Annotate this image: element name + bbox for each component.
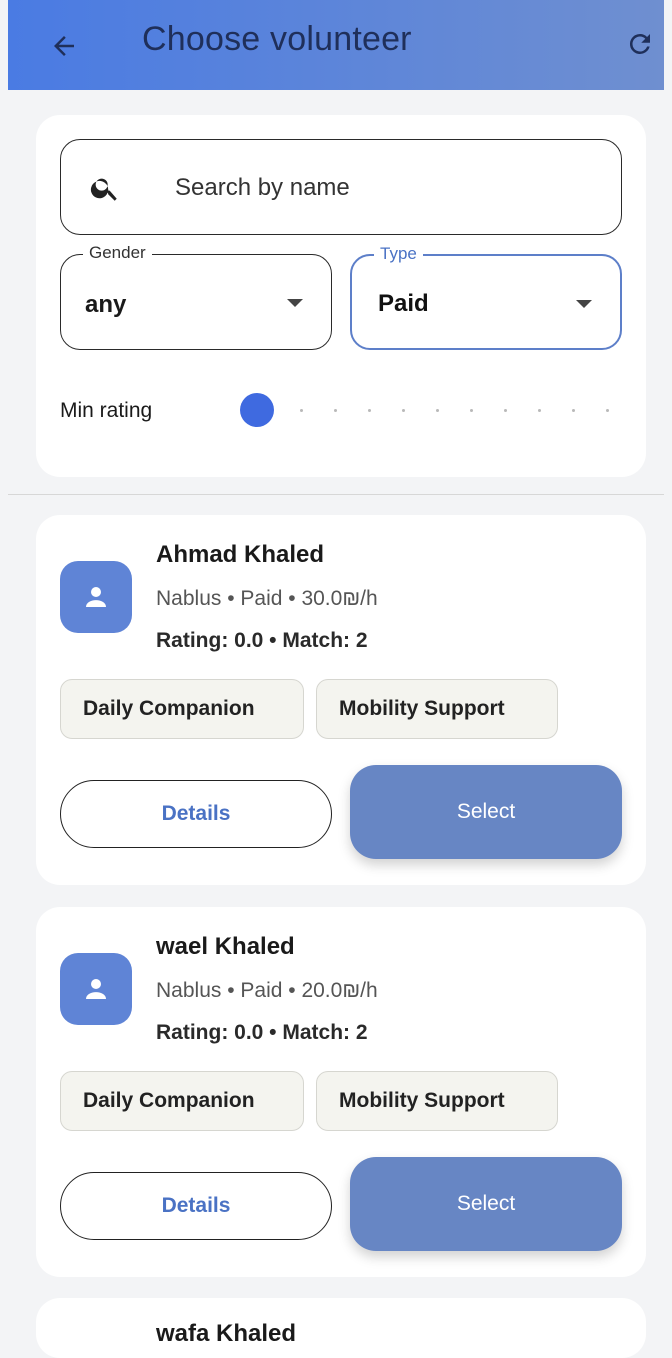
slider-tick — [334, 409, 337, 412]
details-button[interactable]: Details — [60, 780, 332, 848]
type-value: Paid — [378, 290, 429, 317]
slider-tick — [504, 409, 507, 412]
back-button[interactable] — [44, 26, 84, 66]
avatar — [60, 953, 132, 1025]
min-rating-slider[interactable] — [240, 393, 610, 429]
volunteer-meta: Nablus • Paid • 30.0₪/h — [156, 587, 378, 610]
slider-tick — [368, 409, 371, 412]
search-icon — [90, 178, 117, 201]
app-bar: Choose volunteer — [8, 0, 664, 90]
volunteer-name: Ahmad Khaled — [156, 541, 325, 568]
volunteer-card: Ahmad Khaled Nablus • Paid • 30.0₪/h Rat… — [36, 515, 646, 885]
min-rating-label: Min rating — [60, 399, 153, 422]
gender-dropdown[interactable]: Gender any — [60, 243, 332, 350]
divider — [8, 494, 664, 495]
select-button[interactable]: Select — [350, 765, 622, 859]
slider-tick — [606, 409, 609, 412]
volunteer-stats: Rating: 0.0 • Match: 2 — [156, 1021, 368, 1044]
slider-tick — [436, 409, 439, 412]
slider-tick — [300, 409, 303, 412]
slider-tick — [572, 409, 575, 412]
caret-down-icon — [576, 300, 592, 308]
tag-chip: Daily Companion — [60, 679, 304, 739]
tag-chip: Daily Companion — [60, 1071, 304, 1131]
refresh-icon — [629, 33, 650, 54]
volunteer-card: wael Khaled Nablus • Paid • 20.0₪/h Rati… — [36, 907, 646, 1277]
volunteer-name: wael Khaled — [156, 933, 295, 960]
volunteer-card: wafa Khaled — [36, 1298, 646, 1358]
gender-value: any — [85, 291, 127, 318]
refresh-button[interactable] — [620, 24, 660, 64]
slider-thumb[interactable] — [240, 393, 274, 427]
avatar — [60, 561, 132, 633]
slider-tick — [538, 409, 541, 412]
type-dropdown[interactable]: Type Paid — [350, 244, 622, 350]
page-title: Choose volunteer — [142, 20, 412, 58]
person-icon — [86, 587, 106, 607]
min-rating-row: Min rating — [60, 393, 622, 433]
caret-down-icon — [287, 299, 303, 307]
search-input[interactable]: Search by name — [60, 139, 622, 235]
volunteer-stats: Rating: 0.0 • Match: 2 — [156, 629, 368, 652]
search-placeholder: Search by name — [175, 174, 350, 201]
slider-tick — [402, 409, 405, 412]
arrow-left-icon — [54, 36, 74, 56]
tag-chip: Mobility Support — [316, 1071, 558, 1131]
person-icon — [86, 979, 106, 999]
tag-chip: Mobility Support — [316, 679, 558, 739]
filter-panel: Search by name Gender any Type Paid Min … — [36, 115, 646, 477]
gender-label: Gender — [83, 243, 152, 263]
slider-tick — [470, 409, 473, 412]
type-label: Type — [374, 244, 423, 264]
details-button[interactable]: Details — [60, 1172, 332, 1240]
select-button[interactable]: Select — [350, 1157, 622, 1251]
volunteer-meta: Nablus • Paid • 20.0₪/h — [156, 979, 378, 1002]
volunteer-name: wafa Khaled — [156, 1320, 297, 1347]
